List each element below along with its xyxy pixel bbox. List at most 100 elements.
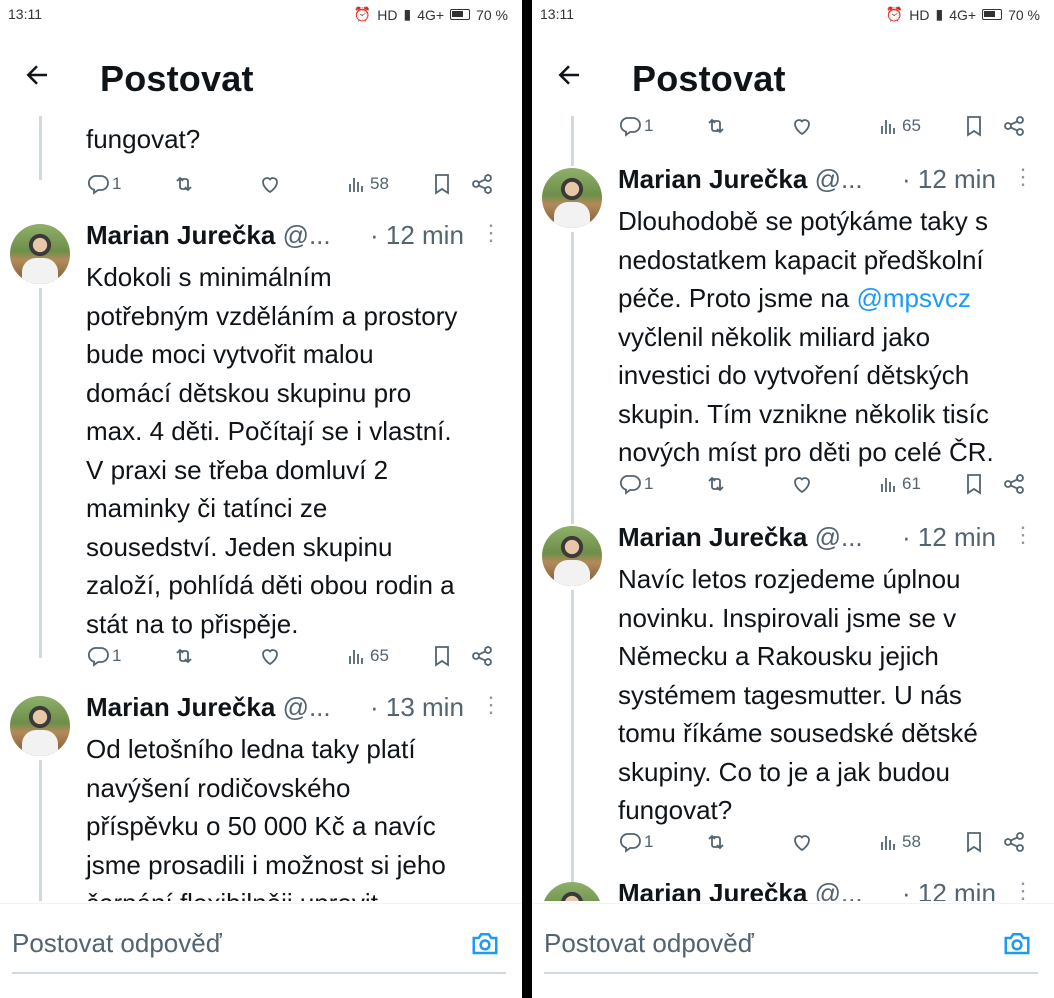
- network-indicator: 4G+: [417, 6, 445, 23]
- retweet-button[interactable]: [704, 472, 728, 496]
- views-button[interactable]: 58: [344, 172, 389, 196]
- reply-icon: [87, 647, 109, 667]
- like-button[interactable]: [258, 644, 282, 668]
- author-handle[interactable]: @...: [815, 164, 863, 194]
- share-button[interactable]: [470, 172, 494, 196]
- tweet-line: Navíc letos rozjedeme úplnou: [618, 564, 961, 594]
- bookmark-button[interactable]: [962, 116, 986, 138]
- bookmark-icon: [967, 832, 981, 853]
- views-button[interactable]: 61: [876, 472, 921, 496]
- more-options-icon[interactable]: ⋮: [1012, 164, 1034, 190]
- tweet-header: Marian Jurečka @... · 12 min ⋮: [618, 522, 1034, 560]
- mention-link[interactable]: @mpsvcz: [856, 283, 971, 313]
- author-handle[interactable]: @...: [815, 522, 863, 552]
- reply-count: 1: [112, 646, 122, 665]
- reply-count: 1: [644, 832, 654, 851]
- tweet-text-fragment: fungovat?: [86, 124, 201, 154]
- reply-count: 1: [112, 174, 122, 193]
- camera-icon[interactable]: [470, 928, 500, 958]
- alarm-icon: ⏰: [885, 6, 904, 22]
- reply-button[interactable]: 1: [618, 472, 653, 496]
- share-icon: [472, 646, 492, 666]
- author-name[interactable]: Marian Jurečka: [618, 878, 807, 901]
- bookmark-button[interactable]: [430, 172, 454, 196]
- views-button[interactable]: 58: [876, 830, 921, 854]
- hd-indicator: HD: [377, 6, 398, 23]
- more-options-icon[interactable]: ⋮: [1012, 878, 1034, 901]
- retweet-button[interactable]: [704, 116, 728, 138]
- views-button[interactable]: 65: [876, 116, 921, 138]
- bookmark-button[interactable]: [430, 644, 454, 668]
- reply-input[interactable]: Postovat odpověď: [12, 928, 222, 959]
- share-button[interactable]: [1002, 116, 1026, 138]
- reply-button[interactable]: 1: [618, 116, 653, 138]
- retweet-button[interactable]: [172, 172, 196, 196]
- share-button[interactable]: [470, 644, 494, 668]
- avatar[interactable]: [10, 224, 70, 284]
- author-name[interactable]: Marian Jurečka: [618, 522, 807, 552]
- avatar[interactable]: [542, 168, 602, 228]
- bookmark-icon: [967, 474, 981, 495]
- tweet-line: čerpání flexibilněji upravit: [86, 884, 508, 901]
- tweet-actions: 1 58: [618, 830, 1028, 860]
- share-button[interactable]: [1002, 472, 1026, 496]
- tweet-line: novinku. Inspirovali jsme se v: [618, 602, 957, 633]
- tweet-line: příspěvku o 50 000 Kč a navíc: [86, 811, 436, 841]
- thread-feed[interactable]: fungovat? 1 58 Marian Jurečka @... · 12 …: [0, 116, 522, 901]
- share-icon: [1004, 832, 1024, 852]
- retweet-button[interactable]: [172, 644, 196, 668]
- reply-input[interactable]: Postovat odpověď: [544, 928, 754, 959]
- more-options-icon[interactable]: ⋮: [480, 692, 502, 718]
- tweet-time: · 12 min: [902, 522, 996, 552]
- battery-icon: [450, 9, 471, 20]
- tweet-time: · 12 min: [370, 220, 464, 250]
- like-button[interactable]: [258, 172, 282, 196]
- camera-icon[interactable]: [1002, 928, 1032, 958]
- retweet-button[interactable]: [704, 830, 728, 854]
- tweet-line: nedostatkem kapacit předškolní: [618, 244, 984, 275]
- reply-count: 1: [644, 474, 654, 493]
- views-count: 58: [902, 832, 921, 851]
- tweet-line: potřebným vzděláním a prostory: [86, 300, 458, 331]
- thread-feed[interactable]: 1 65 Marian Jurečka @... · 12 min ⋮ Dlou…: [532, 116, 1054, 901]
- views-button[interactable]: 65: [344, 644, 389, 668]
- thread-line: [39, 288, 42, 658]
- author-handle[interactable]: @...: [815, 878, 863, 901]
- like-button[interactable]: [790, 472, 814, 496]
- retweet-icon: [708, 476, 724, 492]
- heart-icon: [262, 177, 278, 194]
- back-arrow-icon[interactable]: [22, 60, 52, 90]
- author-handle[interactable]: @...: [283, 692, 331, 722]
- bookmark-button[interactable]: [962, 830, 986, 854]
- reply-composer[interactable]: Postovat odpověď: [532, 903, 1054, 998]
- tweet-header: Marian Jurečka @... · 12 min ⋮: [618, 164, 1034, 202]
- author-name[interactable]: Marian Jurečka: [618, 164, 807, 194]
- reply-button[interactable]: 1: [618, 830, 653, 854]
- bookmark-button[interactable]: [962, 472, 986, 496]
- bookmark-icon: [435, 174, 449, 195]
- share-button[interactable]: [1002, 830, 1026, 854]
- views-icon: [881, 478, 895, 492]
- tweet-line: jsme prosadili i možnost si jeho: [86, 849, 446, 880]
- header: Postovat: [0, 46, 522, 116]
- back-arrow-icon[interactable]: [554, 60, 584, 90]
- reply-composer[interactable]: Postovat odpověď: [0, 903, 522, 998]
- more-options-icon[interactable]: ⋮: [1012, 522, 1034, 548]
- avatar[interactable]: [10, 696, 70, 756]
- alarm-icon: ⏰: [353, 6, 372, 22]
- reply-button[interactable]: 1: [86, 172, 121, 196]
- more-options-icon[interactable]: ⋮: [480, 220, 502, 246]
- tweet-actions: 1 65: [618, 116, 1028, 144]
- avatar[interactable]: [542, 882, 602, 901]
- like-button[interactable]: [790, 116, 814, 138]
- reply-count: 1: [644, 116, 654, 135]
- author-handle[interactable]: @...: [283, 220, 331, 250]
- avatar[interactable]: [542, 526, 602, 586]
- author-name[interactable]: Marian Jurečka: [86, 220, 275, 250]
- reply-button[interactable]: 1: [86, 644, 121, 668]
- author-name[interactable]: Marian Jurečka: [86, 692, 275, 722]
- retweet-icon: [708, 118, 724, 134]
- share-icon: [472, 174, 492, 194]
- like-button[interactable]: [790, 830, 814, 854]
- tweet-line: systémem tagesmutter. U nás: [618, 679, 962, 710]
